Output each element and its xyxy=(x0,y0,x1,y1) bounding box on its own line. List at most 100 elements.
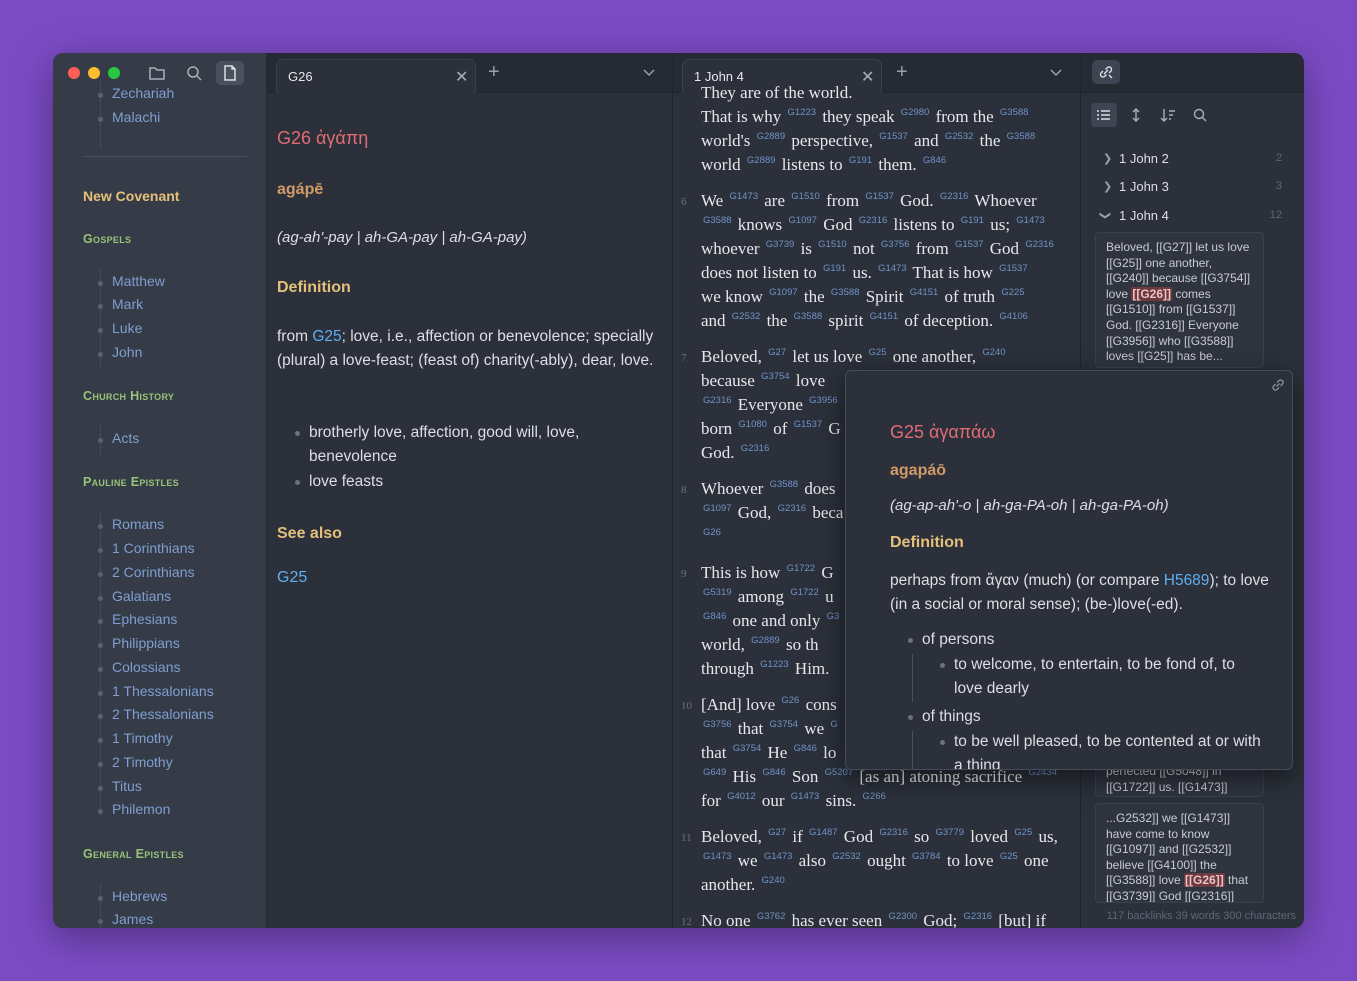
strongs-link[interactable]: G266 xyxy=(863,791,886,802)
strongs-link[interactable]: G2532 xyxy=(832,851,861,862)
strongs-link[interactable]: G2316 xyxy=(879,827,908,838)
strongs-link[interactable]: G1097 xyxy=(769,287,798,298)
chevron-down-icon[interactable] xyxy=(642,65,656,79)
strongs-link[interactable]: G3588 xyxy=(770,479,799,490)
nav-book-colossians[interactable]: Colossians xyxy=(97,659,180,675)
strongs-link[interactable]: G3754 xyxy=(761,371,790,382)
strongs-link[interactable]: G3779 xyxy=(935,827,964,838)
strongs-link[interactable]: G3754 xyxy=(733,743,762,754)
strongs-link[interactable]: G846 xyxy=(923,155,946,166)
strongs-link[interactable]: G27 xyxy=(768,827,786,838)
close-icon[interactable]: ✕ xyxy=(455,67,468,87)
nav-section-general-epistles[interactable]: General Epistles xyxy=(83,847,184,861)
nav-book-romans[interactable]: Romans xyxy=(97,516,164,532)
nav-book-matthew[interactable]: Matthew xyxy=(98,273,165,289)
strongs-link[interactable]: G2980 xyxy=(901,107,930,118)
nav-section-gospels[interactable]: Gospels xyxy=(83,232,131,246)
strongs-link[interactable]: G1722 xyxy=(787,563,816,574)
strongs-link[interactable]: G240 xyxy=(762,875,785,886)
strongs-link[interactable]: G26 xyxy=(781,695,799,706)
nav-book-philemon[interactable]: Philemon xyxy=(97,801,170,817)
strongs-link[interactable]: G4151 xyxy=(870,311,899,322)
nav-book-john[interactable]: John xyxy=(97,344,142,360)
strongs-link[interactable]: G3588 xyxy=(831,287,860,298)
strongs-link[interactable]: G2532 xyxy=(732,311,761,322)
nav-book-1-thessalonians[interactable]: 1 Thessalonians xyxy=(98,683,214,699)
nav-new-covenant[interactable]: New Covenant xyxy=(83,188,179,204)
nav-book-1-timothy[interactable]: 1 Timothy xyxy=(98,730,173,746)
nav-book-1-corinthians[interactable]: 1 Corinthians xyxy=(98,540,195,556)
strongs-link[interactable]: G2889 xyxy=(757,131,786,142)
nav-book-malachi[interactable]: Malachi xyxy=(97,109,160,125)
strongs-link[interactable]: G1537 xyxy=(794,419,823,430)
strongs-link[interactable]: G191 xyxy=(961,215,984,226)
strongs-link[interactable]: G846 xyxy=(703,611,726,622)
close-icon[interactable]: ✕ xyxy=(861,67,874,87)
strongs-link[interactable]: G2532 xyxy=(945,131,974,142)
strongs-link[interactable]: G2316 xyxy=(940,191,969,202)
strongs-link[interactable]: G4106 xyxy=(999,311,1028,322)
strongs-link[interactable]: G3784 xyxy=(912,851,941,862)
search-icon[interactable] xyxy=(1187,103,1213,127)
strongs-link[interactable]: G3754 xyxy=(770,719,799,730)
nav-section-church-history[interactable]: Church History xyxy=(83,389,174,403)
tab-g26[interactable]: G26 ✕ xyxy=(276,59,476,93)
strongs-link[interactable]: G240 xyxy=(982,347,1005,358)
new-tab-plus-icon[interactable]: + xyxy=(488,61,500,84)
link-h5689[interactable]: H5689 xyxy=(1164,572,1210,589)
strongs-link[interactable]: G3739 xyxy=(766,239,795,250)
strongs-link[interactable]: G25 xyxy=(869,347,887,358)
strongs-link[interactable]: G1473 xyxy=(878,263,907,274)
strongs-link[interactable]: G191 xyxy=(823,263,846,274)
folder-icon[interactable] xyxy=(143,61,171,85)
strongs-link[interactable]: G25 xyxy=(1000,851,1018,862)
strongs-link[interactable]: G1537 xyxy=(865,191,894,202)
strongs-link[interactable]: G25 xyxy=(1014,827,1032,838)
strongs-link[interactable]: G1080 xyxy=(738,419,767,430)
strongs-link[interactable]: G2316 xyxy=(964,911,993,922)
strongs-link[interactable]: G1510 xyxy=(791,191,820,202)
strongs-link[interactable]: G846 xyxy=(794,743,817,754)
backlink-file-1-john-2[interactable]: 1 John 2 xyxy=(1119,151,1169,166)
strongs-link[interactable]: G2889 xyxy=(747,155,776,166)
nav-section-pauline-epistles[interactable]: Pauline Epistles xyxy=(83,475,179,489)
zoom-window-button[interactable] xyxy=(108,67,120,79)
strongs-link[interactable]: G225 xyxy=(1001,287,1024,298)
new-tab-plus-icon[interactable]: + xyxy=(896,61,908,84)
strongs-link[interactable]: G1097 xyxy=(788,215,817,226)
strongs-link[interactable]: G3956 xyxy=(809,395,838,406)
link-g25[interactable]: G25 xyxy=(312,328,341,345)
strongs-link[interactable]: G1487 xyxy=(809,827,838,838)
strongs-link[interactable]: G3588 xyxy=(1007,131,1036,142)
strongs-link[interactable]: G649 xyxy=(703,767,726,778)
strongs-link[interactable]: G27 xyxy=(768,347,786,358)
file-icon[interactable] xyxy=(216,61,244,85)
strongs-link[interactable]: G3756 xyxy=(881,239,910,250)
strongs-link[interactable]: G3762 xyxy=(757,911,786,922)
strongs-link[interactable]: G1510 xyxy=(818,239,847,250)
strongs-link[interactable]: G2316 xyxy=(1025,239,1054,250)
nav-book-2-thessalonians[interactable]: 2 Thessalonians xyxy=(98,706,214,722)
strongs-link[interactable]: G2889 xyxy=(751,635,780,646)
strongs-link[interactable]: G1473 xyxy=(791,791,820,802)
backlink-file-1-john-4[interactable]: 1 John 4 xyxy=(1119,208,1169,223)
nav-book-zechariah[interactable]: Zechariah xyxy=(97,85,174,101)
strongs-link[interactable]: G2316 xyxy=(778,503,807,514)
strongs-link[interactable]: G3588 xyxy=(1000,107,1029,118)
strongs-link[interactable]: G5319 xyxy=(703,587,732,598)
chevron-down-icon[interactable]: ❯ xyxy=(1099,211,1112,220)
strongs-link[interactable]: G26 xyxy=(703,527,721,538)
strongs-link[interactable]: G1537 xyxy=(879,131,908,142)
strongs-link[interactable]: G xyxy=(830,719,837,730)
strongs-link[interactable]: G1537 xyxy=(999,263,1028,274)
search-icon[interactable] xyxy=(180,61,208,85)
strongs-link[interactable]: G2316 xyxy=(741,443,770,454)
nav-book-james[interactable]: James xyxy=(97,911,153,927)
strongs-link[interactable]: G2300 xyxy=(888,911,917,922)
backlink-snippet[interactable]: ...G2532]] we [[G1473]] have come to kno… xyxy=(1095,803,1264,903)
strongs-link[interactable]: G2316 xyxy=(703,395,732,406)
list-view-icon[interactable] xyxy=(1091,103,1117,127)
chevron-right-icon[interactable]: ❯ xyxy=(1103,180,1112,193)
nav-book-2-corinthians[interactable]: 2 Corinthians xyxy=(98,564,195,580)
strongs-link[interactable]: G1473 xyxy=(729,191,758,202)
